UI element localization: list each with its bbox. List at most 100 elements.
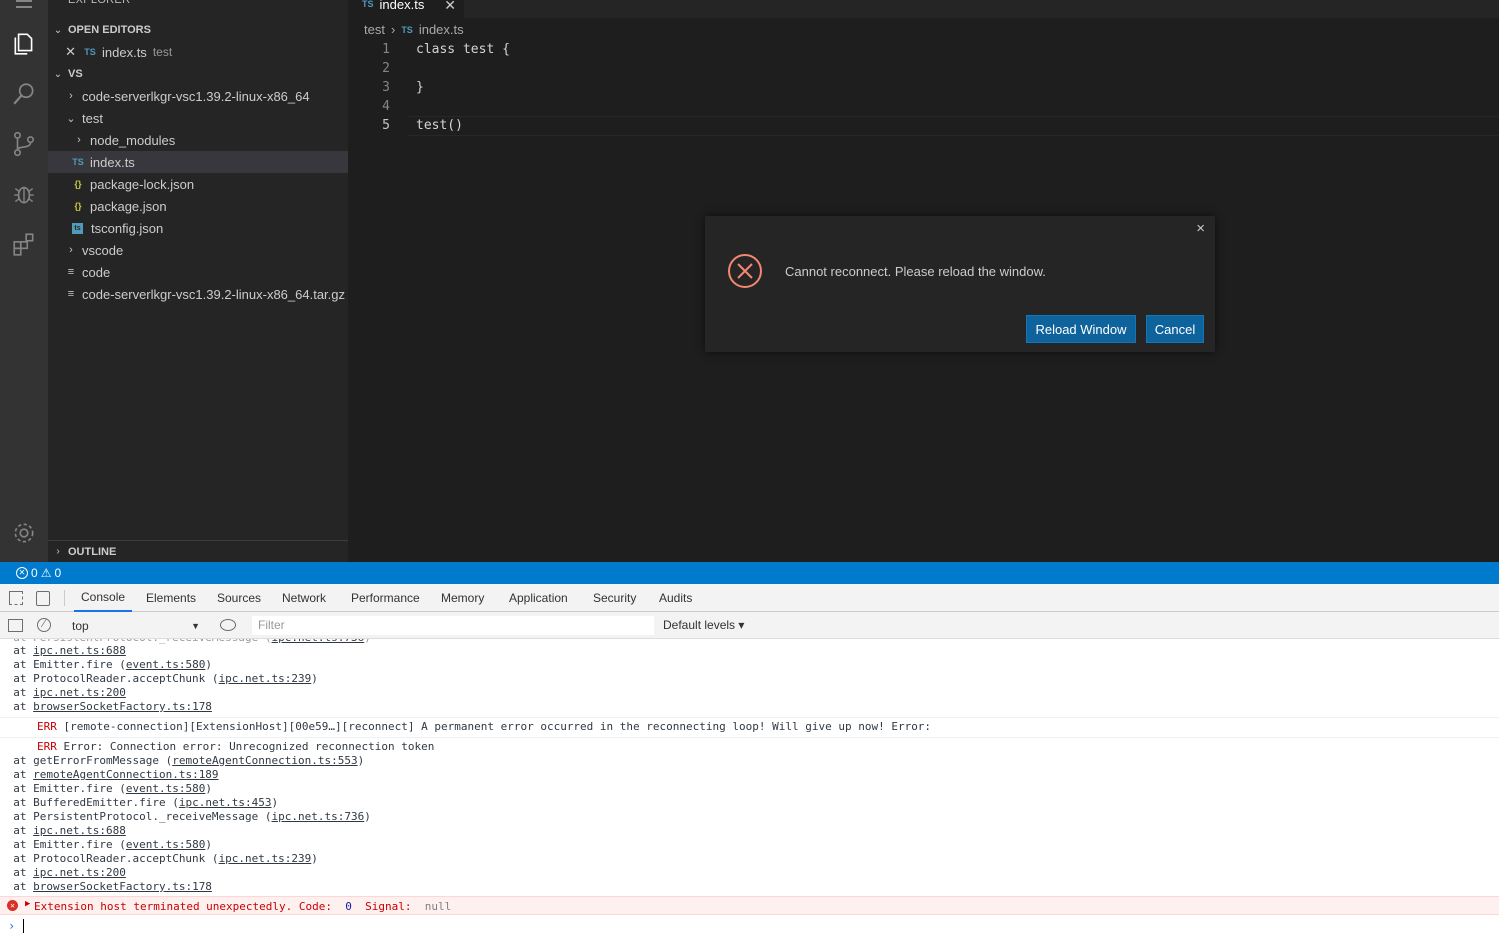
outline-section[interactable]: › OUTLINE (48, 540, 348, 562)
source-link[interactable]: ipc.net.ts:200 (33, 866, 126, 879)
line-number: 3 (382, 80, 390, 95)
tab-security[interactable]: Security (593, 584, 636, 612)
source-link[interactable]: ipc.net.ts:239 (219, 852, 312, 865)
source-link[interactable]: ipc.net.ts:688 (33, 644, 126, 657)
breadcrumb-folder[interactable]: test (364, 22, 385, 37)
eye-icon[interactable] (220, 619, 236, 631)
console-prompt[interactable]: › (0, 916, 1499, 936)
source-link[interactable]: ipc.net.ts:688 (33, 824, 126, 837)
source-link[interactable]: ipc.net.ts:736 (272, 810, 365, 823)
divider (0, 737, 1499, 738)
reconnect-dialog: × Cannot reconnect. Please reload the wi… (705, 216, 1215, 352)
extensions-icon[interactable] (10, 230, 38, 258)
settings-gear-icon[interactable] (10, 519, 38, 547)
tab-audits[interactable]: Audits (659, 584, 692, 612)
source-control-icon[interactable] (10, 130, 38, 158)
console-error-line: ERR Error: Connection error: Unrecognize… (37, 740, 435, 753)
chevron-right-icon: › (69, 244, 73, 256)
tab-network[interactable]: Network (282, 584, 326, 612)
breadcrumb-file[interactable]: index.ts (419, 22, 464, 37)
errors-status[interactable]: ✕ 0 ⚠ 0 (16, 566, 61, 580)
tab-console[interactable]: Console (74, 584, 133, 612)
close-icon[interactable]: ✕ (48, 44, 82, 60)
console-output: at PersistentProtocol._receiveMessage (i… (0, 639, 1499, 939)
cancel-button[interactable]: Cancel (1146, 315, 1204, 343)
tab-memory[interactable]: Memory (441, 584, 484, 612)
open-editor-item[interactable]: ✕ TS index.ts test (48, 41, 348, 63)
tree-item-label: tsconfig.json (91, 220, 164, 236)
source-link[interactable]: ipc.net.ts:453 (179, 796, 272, 809)
tree-item-package-lock[interactable]: {} package-lock.json (48, 173, 348, 195)
device-toolbar-icon[interactable] (36, 591, 50, 606)
tab-index-ts[interactable]: TS index.ts ✕ (348, 0, 464, 18)
search-icon[interactable] (10, 80, 38, 108)
source-link[interactable]: event.ts:580 (126, 658, 205, 671)
tree-item-label: package.json (90, 198, 167, 214)
status-bar: ✕ 0 ⚠ 0 (0, 562, 1499, 584)
open-editor-dir: test (152, 45, 173, 59)
file-lines-icon: ≡ (67, 288, 75, 300)
tab-application[interactable]: Application (509, 584, 568, 612)
chevron-right-icon: › (69, 90, 73, 102)
warning-count: 0 (54, 566, 62, 580)
current-line-highlight (408, 116, 1499, 136)
context-select[interactable]: top ▼ (66, 616, 204, 635)
tab-sources[interactable]: Sources (217, 584, 261, 612)
tree-item-label: vscode (82, 242, 124, 258)
console-line: at BufferedEmitter.fire (ipc.net.ts:453) (13, 796, 279, 809)
tree-item-label: test (82, 110, 103, 126)
source-link[interactable]: browserSocketFactory.ts:178 (33, 700, 212, 713)
tree-item-test-folder[interactable]: ⌄ test (48, 107, 348, 129)
console-line: at Emitter.fire (event.ts:580) (13, 838, 212, 851)
tree-item-vscode-folder[interactable]: › vscode (48, 239, 348, 261)
error-circle-icon (728, 254, 762, 288)
tree-item-label: code-serverlkgr-vsc1.39.2-linux-x86_64.t… (82, 286, 346, 302)
clear-console-icon[interactable]: ⁄ (37, 618, 51, 632)
chevron-right-icon: › (56, 546, 60, 557)
tree-item-index-ts[interactable]: TS index.ts (48, 151, 348, 173)
console-error-row: ✕ ▶ Extension host terminated unexpected… (0, 896, 1499, 915)
console-error-line: ERR [remote-connection][ExtensionHost][0… (37, 720, 932, 733)
filter-input[interactable]: Filter (252, 616, 654, 635)
source-link[interactable]: ipc.net.ts:239 (219, 672, 312, 685)
open-editors-section[interactable]: ⌄ OPEN EDITORS (48, 19, 348, 41)
code-line[interactable]: } (416, 80, 424, 95)
reload-window-button[interactable]: Reload Window (1026, 315, 1136, 343)
expand-triangle-icon[interactable]: ▶ (25, 899, 30, 909)
tab-bar: TS index.ts ✕ (348, 0, 1499, 18)
tree-item-code-server-folder[interactable]: › code-serverlkgr-vsc1.39.2-linux-x86_64 (48, 85, 348, 107)
tree-item-tar-gz[interactable]: ≡ code-serverlkgr-vsc1.39.2-linux-x86_64… (48, 283, 348, 305)
source-link[interactable]: remoteAgentConnection.ts:189 (33, 768, 218, 781)
tree-item-code-file[interactable]: ≡ code (48, 261, 348, 283)
source-link[interactable]: browserSocketFactory.ts:178 (33, 880, 212, 893)
context-value: top (72, 618, 89, 633)
tree-item-label: code-serverlkgr-vsc1.39.2-linux-x86_64 (82, 88, 310, 104)
source-link[interactable]: event.ts:580 (126, 782, 205, 795)
outline-label: OUTLINE (68, 545, 117, 558)
sidebar-toggle-icon[interactable] (8, 619, 23, 632)
inspect-element-icon[interactable] (9, 591, 23, 605)
tree-item-label: package-lock.json (90, 176, 195, 192)
code-line[interactable]: test() (416, 118, 463, 133)
tab-elements[interactable]: Elements (146, 584, 196, 612)
code-line[interactable]: class test { (416, 42, 510, 57)
tree-item-tsconfig[interactable]: ts tsconfig.json (48, 217, 348, 239)
tree-item-package-json[interactable]: {} package.json (48, 195, 348, 217)
error-icon: ✕ (7, 900, 18, 911)
source-link[interactable]: remoteAgentConnection.ts:553 (172, 754, 357, 767)
menu-icon[interactable] (16, 0, 32, 8)
console-line: at ipc.net.ts:200 (13, 686, 126, 699)
debug-icon[interactable] (10, 180, 38, 208)
explorer-icon[interactable] (10, 30, 38, 58)
console-line: at getErrorFromMessage (remoteAgentConne… (13, 754, 365, 767)
json-file-icon: {} (74, 201, 82, 211)
default-levels-dropdown[interactable]: Default levels ▾ (663, 618, 744, 632)
workspace-root-section[interactable]: ⌄ VS (48, 63, 348, 85)
console-line: at remoteAgentConnection.ts:189 (13, 768, 219, 781)
source-link[interactable]: event.ts:580 (126, 838, 205, 851)
tab-performance[interactable]: Performance (351, 584, 420, 612)
source-link[interactable]: ipc.net.ts:200 (33, 686, 126, 699)
close-icon[interactable]: ✕ (444, 0, 456, 14)
tree-item-node-modules[interactable]: › node_modules (48, 129, 348, 151)
close-icon[interactable]: × (1196, 220, 1205, 237)
